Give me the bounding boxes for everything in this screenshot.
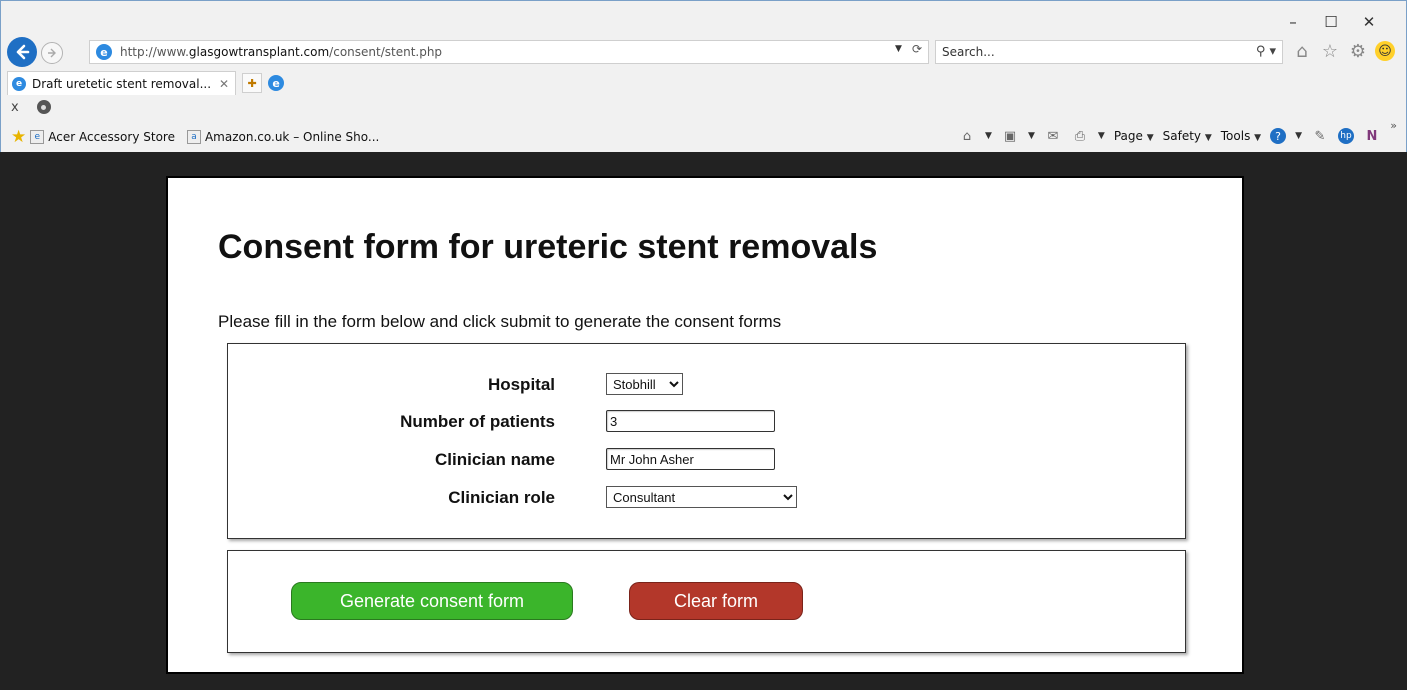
safety-menu[interactable]: Safety ▼ xyxy=(1163,129,1212,143)
action-panel: Generate consent form Clear form xyxy=(227,550,1186,653)
print-caret-icon[interactable]: ▼ xyxy=(1098,131,1105,141)
amazon-icon: a xyxy=(186,130,201,144)
back-arrow-icon xyxy=(16,44,30,60)
home-icon[interactable]: ⌂ xyxy=(1291,39,1313,63)
more-chevron-icon[interactable]: » xyxy=(1390,119,1397,132)
consent-page: Consent form for ureteric stent removals… xyxy=(166,176,1244,674)
favorite-label: Acer Accessory Store xyxy=(48,130,175,144)
clinician-name-row: Clinician name xyxy=(228,448,1185,472)
forward-button[interactable] xyxy=(41,42,63,64)
extension-gear-icon[interactable] xyxy=(36,100,51,114)
ie-link-icon: e xyxy=(30,130,45,144)
hospital-row: Hospital Stobhill xyxy=(228,373,1185,397)
help-caret-icon[interactable]: ▼ xyxy=(1295,131,1302,141)
tools-caret-icon: ▼ xyxy=(1254,133,1262,143)
close-window-button[interactable]: ✕ xyxy=(1350,9,1388,35)
page-intro: Please fill in the form below and click … xyxy=(218,312,782,331)
tab-label: Draft uretetic stent removal... xyxy=(32,76,212,91)
page-caret-icon: ▼ xyxy=(1146,133,1154,143)
favorites-icon[interactable]: ★ xyxy=(11,127,26,147)
url-prefix: http://www. xyxy=(120,45,189,59)
page-menu[interactable]: Page ▼ xyxy=(1114,129,1154,143)
patients-row: Number of patients xyxy=(228,410,1185,434)
ie-shortcut-button[interactable]: e xyxy=(266,73,286,93)
url-domain: glasgowtransplant.com xyxy=(188,45,330,59)
home-command-icon[interactable]: ⌂ xyxy=(958,127,976,145)
new-tab-icon: ✚ xyxy=(247,77,257,90)
feedback-smiley-icon[interactable]: ☺ xyxy=(1375,41,1395,61)
url-path: /consent/stent.php xyxy=(329,45,443,59)
new-tab-button[interactable]: ✚ xyxy=(242,73,263,93)
consent-form: Hospital Stobhill Number of patients Cli… xyxy=(227,343,1186,539)
feeds-icon[interactable]: ▣ xyxy=(1001,127,1019,145)
navigation-bar: e http://www. glasgowtransplant.com/conse… xyxy=(7,37,1403,67)
ie-tab-icon: e xyxy=(12,76,26,91)
extension-pen-icon[interactable]: ✎ xyxy=(1311,127,1329,145)
print-icon[interactable]: ⎙ xyxy=(1071,127,1089,145)
favorite-label: Amazon.co.uk – Online Sho... xyxy=(204,130,380,144)
search-input[interactable]: Search... ⚲ ▾ xyxy=(935,40,1283,64)
address-bar[interactable]: e http://www. glasgowtransplant.com/conse… xyxy=(89,40,929,64)
page-menu-label: Page xyxy=(1113,129,1143,143)
clear-form-button[interactable]: Clear form xyxy=(629,582,803,620)
forward-arrow-icon xyxy=(48,48,56,58)
browser-chrome: – ☐ ✕ e http://www. glasgowtransplant.com… xyxy=(0,0,1407,152)
close-extension-icon[interactable]: x xyxy=(11,100,19,115)
tab-bar: e Draft uretetic stent removal... ✕ ✚ e xyxy=(7,71,286,95)
hp-icon[interactable]: hp xyxy=(1338,128,1354,144)
generate-consent-button[interactable]: Generate consent form xyxy=(291,582,573,620)
favorite-amazon[interactable]: a Amazon.co.uk – Online Sho... xyxy=(186,130,380,144)
clinician-role-label: Clinician role xyxy=(448,488,555,507)
minimize-button[interactable]: – xyxy=(1274,9,1312,35)
feeds-caret-icon[interactable]: ▼ xyxy=(1028,131,1035,141)
patients-input[interactable] xyxy=(606,410,775,432)
safety-menu-label: Safety xyxy=(1162,129,1202,143)
dropdown-caret-icon[interactable]: ▼ xyxy=(895,44,902,54)
favorite-acer[interactable]: e Acer Accessory Store xyxy=(30,130,175,144)
window-controls: – ☐ ✕ xyxy=(1274,9,1388,35)
onenote-icon[interactable]: N xyxy=(1363,127,1381,145)
clinician-name-input[interactable] xyxy=(606,448,775,470)
favorites-bar: ★ e Acer Accessory Store a Amazon.co.uk … xyxy=(11,119,1401,149)
clinician-role-row: Clinician role Consultant xyxy=(228,486,1185,510)
tools-menu[interactable]: Tools ▼ xyxy=(1221,129,1261,143)
settings-gear-icon[interactable]: ⚙ xyxy=(1347,39,1369,63)
command-bar: ⌂ ▼ ▣ ▼ ✉ ⎙ ▼ Page ▼ Safety ▼ Tools ▼ ? ▼ ✎ … xyxy=(958,127,1381,145)
page-title: Consent form for ureteric stent removals xyxy=(218,228,878,266)
extension-bar: x xyxy=(11,97,51,117)
tools-menu-label: Tools xyxy=(1220,129,1251,143)
ie-page-icon: e xyxy=(96,44,112,60)
hospital-select[interactable]: Stobhill xyxy=(606,373,683,395)
refresh-icon[interactable]: ⟳ xyxy=(912,42,922,56)
safety-caret-icon: ▼ xyxy=(1204,133,1212,143)
clinician-role-select[interactable]: Consultant xyxy=(606,486,797,508)
back-button[interactable] xyxy=(7,37,37,67)
ie-logo-icon: e xyxy=(268,75,285,91)
tab-active[interactable]: e Draft uretetic stent removal... ✕ xyxy=(7,71,237,95)
tab-close-icon[interactable]: ✕ xyxy=(219,77,229,91)
clinician-name-label: Clinician name xyxy=(435,450,555,469)
favorites-star-icon[interactable]: ☆ xyxy=(1319,39,1341,63)
home-caret-icon[interactable]: ▼ xyxy=(985,131,992,141)
address-tools: ▼ ⟳ xyxy=(895,42,922,56)
hospital-label: Hospital xyxy=(487,375,555,394)
mail-icon[interactable]: ✉ xyxy=(1044,127,1062,145)
maximize-button[interactable]: ☐ xyxy=(1312,9,1350,35)
patients-label: Number of patients xyxy=(400,412,555,431)
search-icon[interactable]: ⚲ ▾ xyxy=(1256,44,1276,59)
toolbar-icons: ⌂ ☆ ⚙ ☺ xyxy=(1291,39,1395,63)
help-icon[interactable]: ? xyxy=(1270,128,1287,144)
search-placeholder: Search... xyxy=(942,45,995,59)
